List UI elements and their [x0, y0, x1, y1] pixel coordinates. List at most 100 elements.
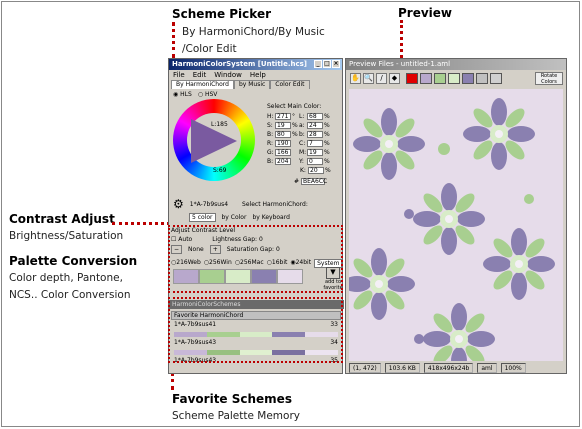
value-label: L: [299, 113, 305, 120]
value-input[interactable]: 20 [308, 167, 324, 174]
preview-window: Preview Files - untitled-1.aml ✋ 🔍 / ◆ R… [345, 58, 567, 374]
value-input[interactable]: 204 [275, 158, 291, 165]
value-input[interactable]: 28 [307, 131, 323, 138]
value-input[interactable]: 19 [307, 149, 323, 156]
color-chip[interactable] [434, 72, 446, 84]
value-input[interactable]: 68 [307, 113, 323, 120]
hex-label: # [293, 178, 299, 185]
value-label: K: [300, 167, 306, 174]
value-row: K: 20% [267, 166, 343, 175]
value-input[interactable]: 19 [275, 122, 291, 129]
palette-line2: NCS.. Color Conversion [9, 289, 131, 301]
radio-hsv[interactable]: ○ HSV [198, 91, 218, 98]
value-input[interactable]: 0 [307, 158, 323, 165]
preview-titlebar[interactable]: Preview Files - untitled-1.aml [346, 59, 566, 70]
value-label: B: [267, 158, 274, 165]
value-unit: % [324, 149, 330, 156]
app-title: HarmoniColorSystem [Untitle.hcs] [172, 60, 307, 68]
scheme-controls: ⚙ 1*A-7b9sus4 Select HarmoniChord: 5 col… [173, 197, 341, 222]
by-keyboard-button[interactable]: by Keyboard [252, 214, 289, 221]
maximize-icon[interactable]: □ [323, 60, 331, 68]
status-size: 103.6 KB [384, 363, 420, 373]
value-input[interactable]: 190 [275, 140, 291, 147]
tab-music[interactable]: by Music [233, 80, 271, 89]
preview-statusbar: (1, 472) 103.6 KB 418x496x24b aml 100% [346, 363, 566, 373]
value-label: a: [299, 122, 305, 129]
value-input[interactable]: 80 [275, 131, 291, 138]
menu-help[interactable]: Help [250, 70, 266, 80]
zoom-icon[interactable]: 🔍 [363, 72, 374, 84]
value-input[interactable]: 24 [307, 122, 323, 129]
value-unit: ° [292, 113, 295, 120]
scheme-tabs: By HarmoniChord by Music Color Edit [169, 80, 342, 89]
color-chip[interactable] [490, 72, 502, 84]
contrast-pointer [112, 222, 170, 225]
menubar: File Edit Window Help [169, 70, 342, 80]
preview-toolbar: ✋ 🔍 / ◆ Rotate Colors [346, 70, 566, 86]
value-unit: % [324, 131, 330, 138]
scheme-picker-line2: /Color Edit [182, 43, 237, 55]
color-chip[interactable] [476, 72, 488, 84]
preview-title: Preview [398, 6, 453, 20]
value-label: Y: [299, 158, 304, 165]
figure-icon: ⚙ [173, 197, 184, 211]
color-chip[interactable] [420, 72, 432, 84]
color-wheel[interactable]: L:185 S:69 [173, 99, 261, 187]
value-row: B: 204 Y: 0% [267, 157, 343, 166]
color-chip[interactable] [448, 72, 460, 84]
favorites-line: Scheme Palette Memory [172, 410, 300, 422]
value-label: R: [267, 140, 274, 147]
hand-icon[interactable]: ✋ [350, 72, 361, 84]
value-input[interactable]: 271 [275, 113, 291, 120]
contrast-line: Brightness/Saturation [9, 230, 124, 242]
bucket-icon[interactable]: ◆ [389, 72, 400, 84]
value-label: C: [299, 140, 306, 147]
menu-edit[interactable]: Edit [193, 70, 207, 80]
value-label: B: [267, 131, 274, 138]
menu-file[interactable]: File [173, 70, 185, 80]
favorites-highlight-box [168, 297, 343, 363]
status-zoom: 100% [500, 363, 526, 373]
contrast-title: Contrast Adjust [9, 212, 115, 226]
status-coords: (1, 472) [349, 363, 381, 373]
contrast-highlight-box [168, 225, 343, 293]
radio-hsv-label: HSV [204, 91, 218, 98]
color-values-panel: Select Main Color: H: 271 ° L: 68% S: 19% a: 24… [267, 103, 343, 186]
preview-pattern[interactable] [349, 89, 563, 361]
value-unit: % [325, 167, 331, 174]
value-row: G: 166 M: 19% [267, 148, 343, 157]
tab-harmonichord[interactable]: By HarmoniChord [171, 80, 234, 89]
value-unit: % [324, 140, 330, 147]
scheme-picker-line1: By HarmoniChord/By Music [182, 26, 325, 38]
eyedropper-icon[interactable]: / [376, 72, 387, 84]
app-titlebar[interactable]: HarmoniColorSystem [Untitle.hcs] _ □ × [169, 59, 342, 70]
status-format: aml [477, 363, 497, 373]
tab-color-edit[interactable]: Color Edit [270, 80, 310, 89]
value-unit: % [292, 131, 298, 138]
value-unit: % [324, 122, 330, 129]
rotate-colors-button[interactable]: Rotate Colors [535, 71, 563, 85]
pattern-svg [349, 98, 555, 361]
status-dims: 418x496x24b [423, 363, 474, 373]
color-chip[interactable] [406, 72, 418, 84]
value-input[interactable]: 166 [275, 149, 291, 156]
value-row: R: 190 C: 7% [267, 139, 343, 148]
color-count-select[interactable]: 5 color [189, 213, 216, 222]
radio-hls[interactable]: ◉ HLS [173, 91, 192, 98]
value-unit: % [292, 122, 298, 129]
palette-line1: Color depth, Pantone, [9, 272, 123, 284]
value-label: M: [299, 149, 307, 156]
color-chip[interactable] [462, 72, 474, 84]
minimize-icon[interactable]: _ [314, 60, 322, 68]
value-input[interactable]: 7 [307, 140, 323, 147]
scheme-name: 1*A-7b9sus4 [189, 200, 229, 208]
value-label: S: [267, 122, 273, 129]
hex-input[interactable]: BEA6CC [301, 178, 327, 185]
hex-row: # BEA6CC [267, 177, 343, 186]
value-row: H: 271 ° L: 68% [267, 112, 343, 121]
value-label: H: [267, 113, 274, 120]
by-color-button[interactable]: by Color [222, 214, 247, 221]
menu-window[interactable]: Window [214, 70, 242, 80]
close-icon[interactable]: × [332, 60, 340, 68]
favorites-title: Favorite Schemes [172, 392, 292, 406]
